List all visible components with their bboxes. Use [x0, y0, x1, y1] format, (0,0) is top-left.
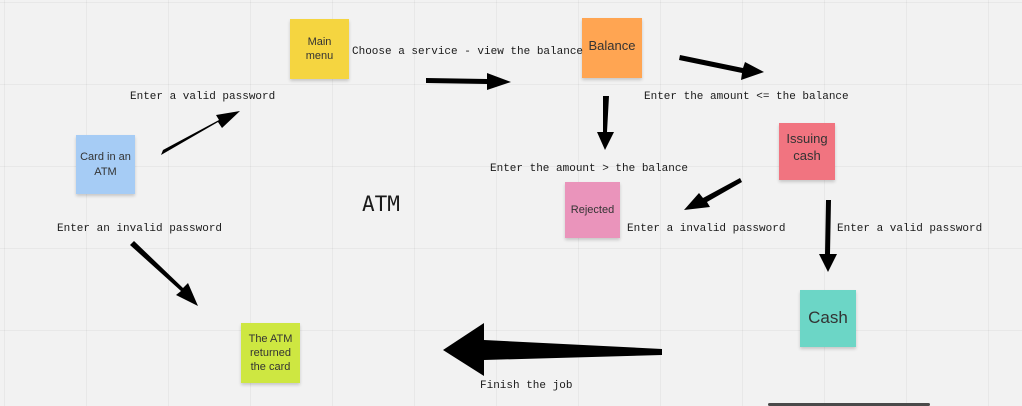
sticky-note-returned[interactable]: The ATM returned the card: [241, 323, 300, 383]
label-finish: Finish the job: [480, 380, 573, 392]
label-invalid-password: Enter an invalid password: [57, 223, 223, 235]
sticky-note-main-menu-text: Main menu: [305, 35, 334, 62]
sticky-note-card-text: Card in an ATM: [80, 151, 131, 178]
label-amount-le-balance: Enter the amount <= the balance: [644, 91, 849, 103]
sticky-note-rejected-text: Rejected: [570, 203, 615, 216]
sticky-note-cash[interactable]: Cash: [800, 290, 856, 347]
label-amount-gt-balance: Enter the amount > the balance: [490, 163, 689, 175]
label-rejected-invalid-password: Enter a invalid password: [627, 223, 786, 235]
label-cash-valid-password: Enter a valid password: [837, 223, 983, 235]
sticky-note-balance[interactable]: Balance: [582, 18, 642, 78]
sticky-note-card[interactable]: Card in an ATM: [76, 135, 135, 194]
sticky-note-issuing-cash-text: Issuing cash: [786, 131, 828, 163]
arrow-issuing-cash-to-cash: [819, 200, 837, 272]
label-valid-password: Enter a valid password: [130, 91, 276, 103]
arrow-card-to-main-menu: [161, 111, 240, 155]
sticky-note-balance-text: Balance: [588, 38, 636, 53]
sticky-note-returned-text: The ATM returned the card: [248, 332, 293, 374]
diagram-canvas: ATM Card in an ATM Main menu Balance Iss…: [0, 0, 1022, 406]
arrow-card-to-returned: [130, 241, 198, 306]
arrow-balance-to-issuing-cash: [679, 55, 764, 80]
arrow-balance-to-rejected: [597, 96, 614, 150]
sticky-note-main-menu[interactable]: Main menu: [290, 19, 349, 79]
label-choose-service: Choose a service - view the balance: [352, 46, 584, 58]
arrow-main-menu-to-balance: [426, 73, 511, 90]
arrows-layer: [130, 55, 837, 376]
arrow-issuing-cash-to-rejected: [684, 178, 742, 210]
sticky-note-cash-text: Cash: [808, 308, 848, 328]
sticky-note-rejected[interactable]: Rejected: [565, 182, 620, 238]
sticky-note-issuing-cash[interactable]: Issuing cash: [779, 123, 835, 180]
diagram-title: ATM: [362, 192, 400, 216]
arrow-cash-to-returned: [443, 323, 662, 376]
